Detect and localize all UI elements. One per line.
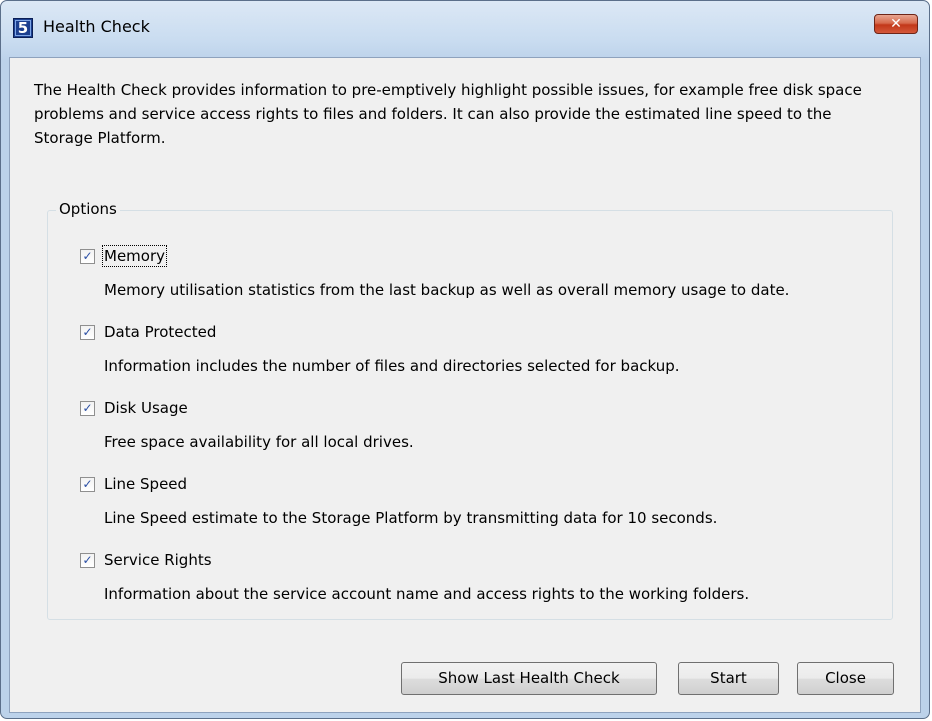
service-rights-description: Information about the service account na…: [104, 585, 750, 603]
memory-description: Memory utilisation statistics from the l…: [104, 281, 790, 299]
check-icon: ✓: [82, 401, 93, 415]
window-title: Health Check: [43, 17, 150, 36]
disk-usage-label[interactable]: Disk Usage: [104, 399, 188, 417]
options-group-label: Options: [56, 200, 120, 218]
check-icon: ✓: [82, 249, 93, 263]
disk-usage-description: Free space availability for all local dr…: [104, 433, 414, 451]
title-bar[interactable]: 5 Health Check ✕: [1, 1, 929, 53]
check-icon: ✓: [82, 325, 93, 339]
dialog-body: The Health Check provides information to…: [9, 57, 921, 713]
service-rights-checkbox[interactable]: ✓: [80, 553, 95, 568]
options-group: Options ✓ Memory Memory utilisation stat…: [47, 200, 893, 620]
check-icon: ✓: [82, 553, 93, 567]
start-button[interactable]: Start: [678, 662, 779, 695]
memory-checkbox[interactable]: ✓: [80, 249, 95, 264]
app-logo-icon: 5: [13, 18, 33, 38]
check-icon: ✓: [82, 477, 93, 491]
service-rights-label[interactable]: Service Rights: [104, 551, 212, 569]
data-protected-label[interactable]: Data Protected: [104, 323, 216, 341]
memory-label[interactable]: Memory: [101, 245, 168, 267]
data-protected-checkbox[interactable]: ✓: [80, 325, 95, 340]
description-text: The Health Check provides information to…: [34, 81, 862, 147]
data-protected-description: Information includes the number of files…: [104, 357, 680, 375]
window-close-button[interactable]: ✕: [874, 14, 918, 34]
disk-usage-checkbox[interactable]: ✓: [80, 401, 95, 416]
line-speed-label[interactable]: Line Speed: [104, 475, 187, 493]
line-speed-checkbox[interactable]: ✓: [80, 477, 95, 492]
health-check-window: 5 Health Check ✕ The Health Check provid…: [0, 0, 930, 719]
line-speed-description: Line Speed estimate to the Storage Platf…: [104, 509, 718, 527]
show-last-health-check-button[interactable]: Show Last Health Check: [401, 662, 657, 695]
close-icon: ✕: [890, 16, 902, 32]
close-button[interactable]: Close: [797, 662, 894, 695]
